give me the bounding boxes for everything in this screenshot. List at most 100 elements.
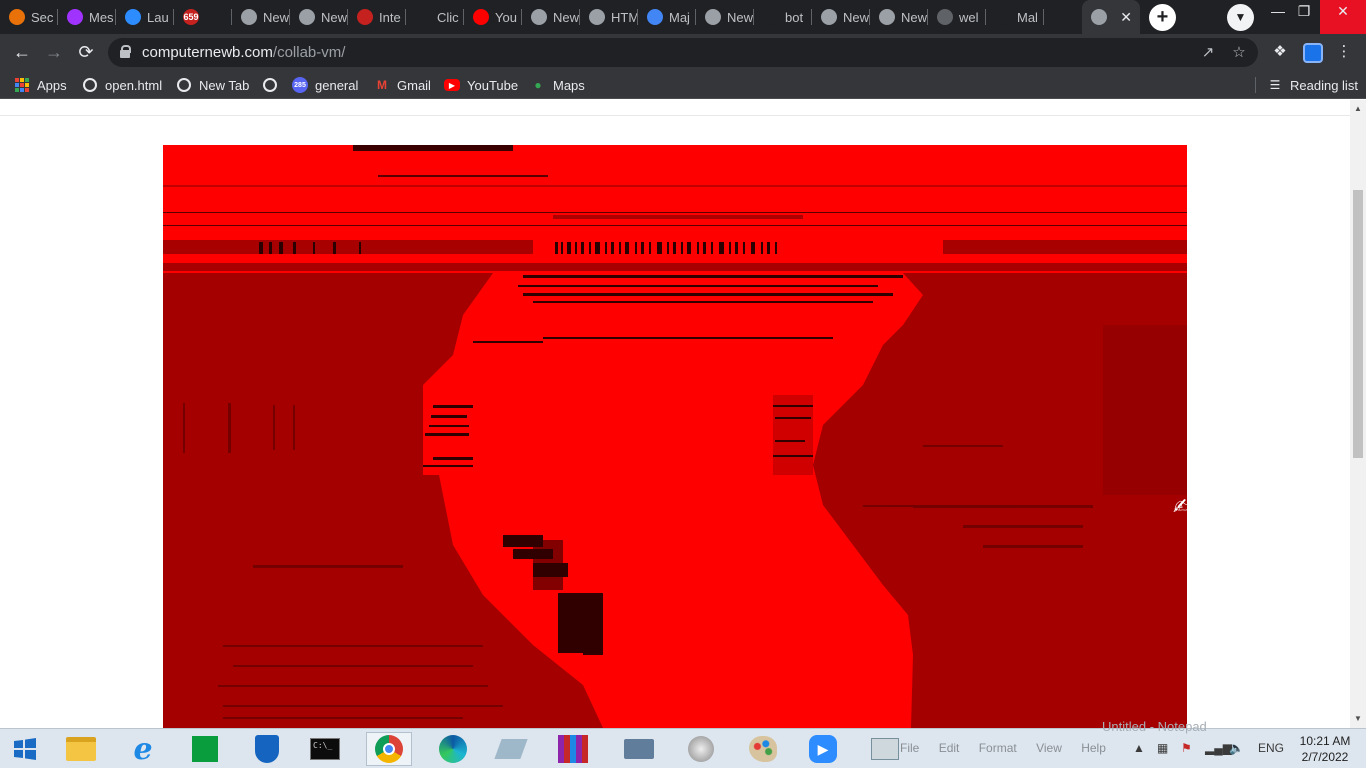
url-host: computernewb.com (142, 44, 273, 61)
tab[interactable]: Clic (406, 0, 464, 34)
taskbar-store[interactable] (182, 732, 228, 766)
tab-strip: Sec Mes Lau 659 New New Inte Clic You New HTM Maj Ne… (0, 0, 1366, 34)
forward-button[interactable]: → (42, 40, 66, 64)
tab[interactable]: HTM (580, 0, 638, 34)
tab[interactable]: New (522, 0, 580, 34)
tab[interactable]: New (870, 0, 928, 34)
network-icon[interactable]: ▂▄▆ (1205, 741, 1232, 755)
globe-icon (937, 9, 953, 25)
reload-button[interactable]: ⟳ (74, 40, 98, 64)
menu-dots-icon[interactable]: ⋮ (1334, 42, 1354, 62)
action-center-icon[interactable]: ⚑ (1181, 741, 1192, 755)
start-icon (14, 738, 36, 760)
scroll-up-icon[interactable]: ▲ (1350, 104, 1366, 113)
tab-title: HTM (611, 9, 638, 25)
taskbar-speaker[interactable] (678, 732, 724, 766)
device-icon[interactable]: ▦ (1157, 741, 1168, 755)
back-button[interactable]: ← (10, 40, 34, 64)
vm-screen[interactable] (163, 145, 1187, 728)
tab-title: You (495, 9, 517, 25)
taskbar-zoom[interactable]: ▶ (800, 732, 846, 766)
globe-icon (589, 9, 605, 25)
system-clock[interactable]: 10:21 AM 2/7/2022 (1290, 733, 1360, 765)
menu-edit: Edit (938, 741, 960, 755)
bookmark-youtube[interactable]: ▶ YouTube (444, 75, 518, 95)
language-indicator[interactable]: ENG (1258, 741, 1284, 755)
bookmark-apps[interactable]: Apps (14, 75, 67, 95)
file-explorer-icon (66, 737, 96, 761)
tab[interactable]: You (464, 0, 522, 34)
extensions-puzzle-icon[interactable]: ❖ (1270, 42, 1290, 62)
scroll-down-icon[interactable]: ▼ (1350, 714, 1366, 723)
maps-icon: ● (534, 78, 542, 92)
taskbar-defender[interactable] (244, 732, 290, 766)
taskbar-winrar[interactable] (550, 732, 596, 766)
taskbar-paint[interactable] (740, 732, 786, 766)
close-tab-icon[interactable]: ✕ (1120, 9, 1132, 26)
taskbar-eraser[interactable] (488, 732, 534, 766)
bookmarks-separator (1255, 77, 1256, 93)
tab[interactable]: wel (928, 0, 986, 34)
tab[interactable]: Maj (638, 0, 696, 34)
taskbar-chrome[interactable] (366, 732, 412, 766)
taskbar-file-explorer[interactable] (58, 732, 104, 766)
taskbar-internet-explorer[interactable]: e (120, 731, 166, 767)
url-text[interactable]: computernewb.com/collab-vm/ (142, 44, 345, 61)
tab[interactable]: New (696, 0, 754, 34)
keyboard-icon (624, 739, 654, 759)
winrar-icon (558, 735, 588, 763)
defender-icon (255, 735, 279, 763)
menu-file: File (900, 741, 920, 755)
scrollbar-thumb[interactable] (1353, 190, 1363, 458)
new-tab-button[interactable]: + (1149, 4, 1176, 31)
paint-icon (749, 736, 777, 762)
zoom-icon (125, 9, 141, 25)
bookmark-gmail[interactable]: M Gmail (374, 75, 431, 95)
address-bar[interactable]: computernewb.com/collab-vm/ ↗ ☆ (108, 38, 1258, 67)
tab[interactable]: bot (754, 0, 812, 34)
bookmark-star-icon[interactable]: ☆ (1229, 43, 1249, 63)
reading-list-label: Reading list (1290, 77, 1358, 93)
bookmark-general[interactable]: 285 general (292, 75, 358, 95)
profile-avatar[interactable] (1303, 43, 1323, 63)
youtube-icon (473, 9, 489, 25)
tab[interactable]: New (290, 0, 348, 34)
badge-icon: 659 (183, 9, 199, 25)
tab-title: Mal (1017, 9, 1038, 25)
volume-icon[interactable]: 🔈 (1229, 741, 1244, 755)
tab-title: New (901, 9, 928, 25)
tab[interactable]: Inte (348, 0, 406, 34)
restore-button[interactable]: ❐ (1291, 0, 1317, 34)
tab-title: New (321, 9, 348, 25)
minimize-button[interactable]: — (1265, 0, 1291, 34)
tab[interactable]: ✕ (1082, 0, 1140, 34)
tab[interactable]: Lau (116, 0, 174, 34)
start-button[interactable] (2, 732, 48, 766)
tab[interactable]: Mes (58, 0, 116, 34)
lock-icon[interactable] (120, 45, 131, 58)
reading-list-button[interactable]: ☰ Reading list (1267, 75, 1358, 95)
bookmark-open-html[interactable]: open.html (82, 75, 162, 95)
internet-explorer-icon: e (133, 731, 153, 767)
close-window-button[interactable]: ✕ (1320, 0, 1366, 34)
show-hidden-icons[interactable]: ▲ (1133, 741, 1145, 755)
taskbar-command-prompt[interactable]: C:\_ (302, 732, 348, 766)
taskbar-edge[interactable] (430, 732, 476, 766)
share-icon[interactable]: ↗ (1198, 43, 1218, 63)
chrome-icon (879, 9, 895, 25)
bookmark-new-tab[interactable]: New Tab (176, 75, 249, 95)
tab-title: wel (959, 9, 979, 25)
page-scrollbar[interactable]: ▲ ▼ (1350, 100, 1366, 728)
tab[interactable]: Sec (0, 0, 58, 34)
tab[interactable]: New (232, 0, 290, 34)
tab-search-button[interactable]: ▼ (1227, 4, 1254, 31)
bookmark-maps[interactable]: ● Maps (530, 75, 584, 95)
bookmark-globe[interactable] (262, 75, 285, 95)
tab[interactable]: Mal (986, 0, 1044, 34)
bookmark-label: Gmail (397, 77, 431, 93)
tab[interactable]: 659 (174, 0, 232, 34)
reading-list-icon: ☰ (1269, 78, 1281, 92)
edge-icon (439, 735, 467, 763)
tab[interactable]: New (812, 0, 870, 34)
taskbar-keyboard[interactable] (616, 732, 662, 766)
